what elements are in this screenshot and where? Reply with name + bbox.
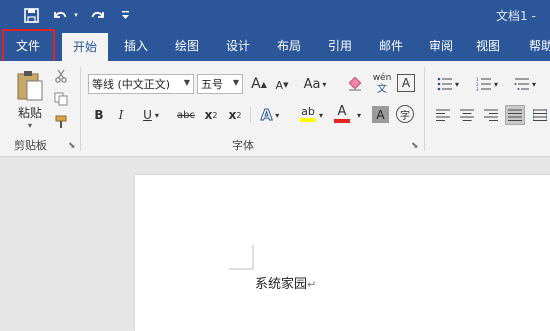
tab-mailings[interactable]: 邮件 [371, 31, 411, 61]
distributed-button[interactable] [530, 105, 550, 125]
font-color-button[interactable]: A [332, 103, 352, 125]
numbering-button[interactable]: 123 ▾ [472, 74, 502, 94]
chevron-down-icon: ▼ [232, 78, 239, 87]
copy-icon[interactable] [52, 90, 70, 108]
highlight-dropdown-icon[interactable]: ▾ [316, 105, 326, 125]
bullets-button[interactable]: ▾ [433, 74, 463, 94]
phonetic-guide-button[interactable]: wén 文 [371, 71, 393, 97]
align-center-button[interactable] [457, 105, 477, 125]
cut-icon[interactable] [52, 67, 70, 85]
enclose-characters-button[interactable]: 字 [396, 105, 414, 123]
tab-references[interactable]: 引用 [320, 31, 360, 61]
paste-icon [17, 71, 43, 101]
tab-review[interactable]: 审阅 [421, 31, 461, 61]
superscript-button[interactable]: x2 [226, 105, 244, 125]
change-case-button[interactable]: Aa ▾ [301, 74, 329, 94]
font-launcher-icon[interactable]: ⬊ [411, 141, 419, 151]
clipboard-launcher-icon[interactable]: ⬊ [68, 141, 76, 151]
align-right-button[interactable] [481, 105, 501, 125]
tab-help[interactable]: 帮助 [521, 31, 550, 61]
tab-design[interactable]: 设计 [218, 31, 258, 61]
font-size-combo[interactable]: 五号 ▼ [197, 74, 243, 94]
text-boundary-corner [229, 245, 254, 270]
customize-qat-icon[interactable] [118, 4, 132, 26]
separator [80, 67, 81, 151]
document-body-text[interactable]: 系统家园↵ [255, 273, 316, 292]
text-effects-button[interactable]: A ▾ [256, 105, 284, 125]
paragraph-text: 系统家园 [255, 277, 308, 292]
document-page[interactable] [135, 175, 550, 331]
separator [250, 107, 251, 123]
grow-font-button[interactable]: A ▲ [249, 74, 269, 94]
paste-label: 粘贴 [17, 106, 42, 120]
subscript-button[interactable]: x2 [202, 105, 220, 125]
save-icon[interactable] [20, 4, 42, 26]
title-bar: ▾ 文档1 - [0, 0, 550, 31]
font-color-dropdown-icon[interactable]: ▾ [354, 105, 364, 125]
font-color-bar [334, 119, 350, 123]
underline-button[interactable]: U ▾ [138, 105, 164, 125]
format-painter-icon[interactable] [52, 113, 70, 131]
redo-icon[interactable] [87, 4, 109, 26]
paste-button[interactable]: 粘贴 ▾ [10, 67, 50, 133]
character-border-button[interactable]: A [397, 74, 415, 92]
tab-view[interactable]: 视图 [468, 31, 508, 61]
font-name-combo[interactable]: 等线 (中文正文) ▼ [88, 74, 194, 94]
character-shading-button[interactable]: A [372, 106, 389, 123]
shrink-font-button[interactable]: A ▼ [272, 75, 292, 95]
strikethrough-button[interactable]: abc [174, 105, 198, 125]
bold-button[interactable]: B [90, 105, 108, 125]
tab-home[interactable]: 开始 [62, 33, 108, 61]
italic-button[interactable]: I [112, 105, 130, 125]
undo-icon[interactable] [49, 4, 71, 26]
align-left-button[interactable] [433, 105, 453, 125]
undo-dropdown-icon[interactable]: ▾ [71, 4, 81, 26]
chevron-down-icon: ▼ [183, 78, 190, 87]
tab-layout[interactable]: 布局 [269, 31, 309, 61]
font-group-label: 字体 [232, 139, 254, 152]
separator [424, 67, 425, 151]
tab-draw[interactable]: 绘图 [167, 31, 207, 61]
paragraph-mark-icon: ↵ [307, 278, 317, 291]
ribbon-home: 粘贴 ▾ 剪贴板 ⬊ 等线 (中文正文) ▼ 五号 ▼ A ▲ A ▼ Aa ▾ wé… [0, 61, 550, 157]
ribbon-tab-bar: 文件 开始 插入 绘图 设计 布局 引用 邮件 审阅 视图 帮助 [0, 31, 550, 61]
tab-insert[interactable]: 插入 [116, 31, 156, 61]
clipboard-group-label: 剪贴板 [14, 139, 47, 152]
paste-dropdown-icon[interactable]: ▾ [28, 121, 32, 130]
justify-button[interactable] [505, 105, 525, 125]
multilevel-list-button[interactable]: ▾ [510, 74, 540, 94]
highlight-color-bar [300, 118, 316, 122]
clear-formatting-icon[interactable] [344, 74, 366, 94]
svg-text:3: 3 [476, 87, 479, 91]
document-title: 文档1 - [496, 9, 536, 23]
